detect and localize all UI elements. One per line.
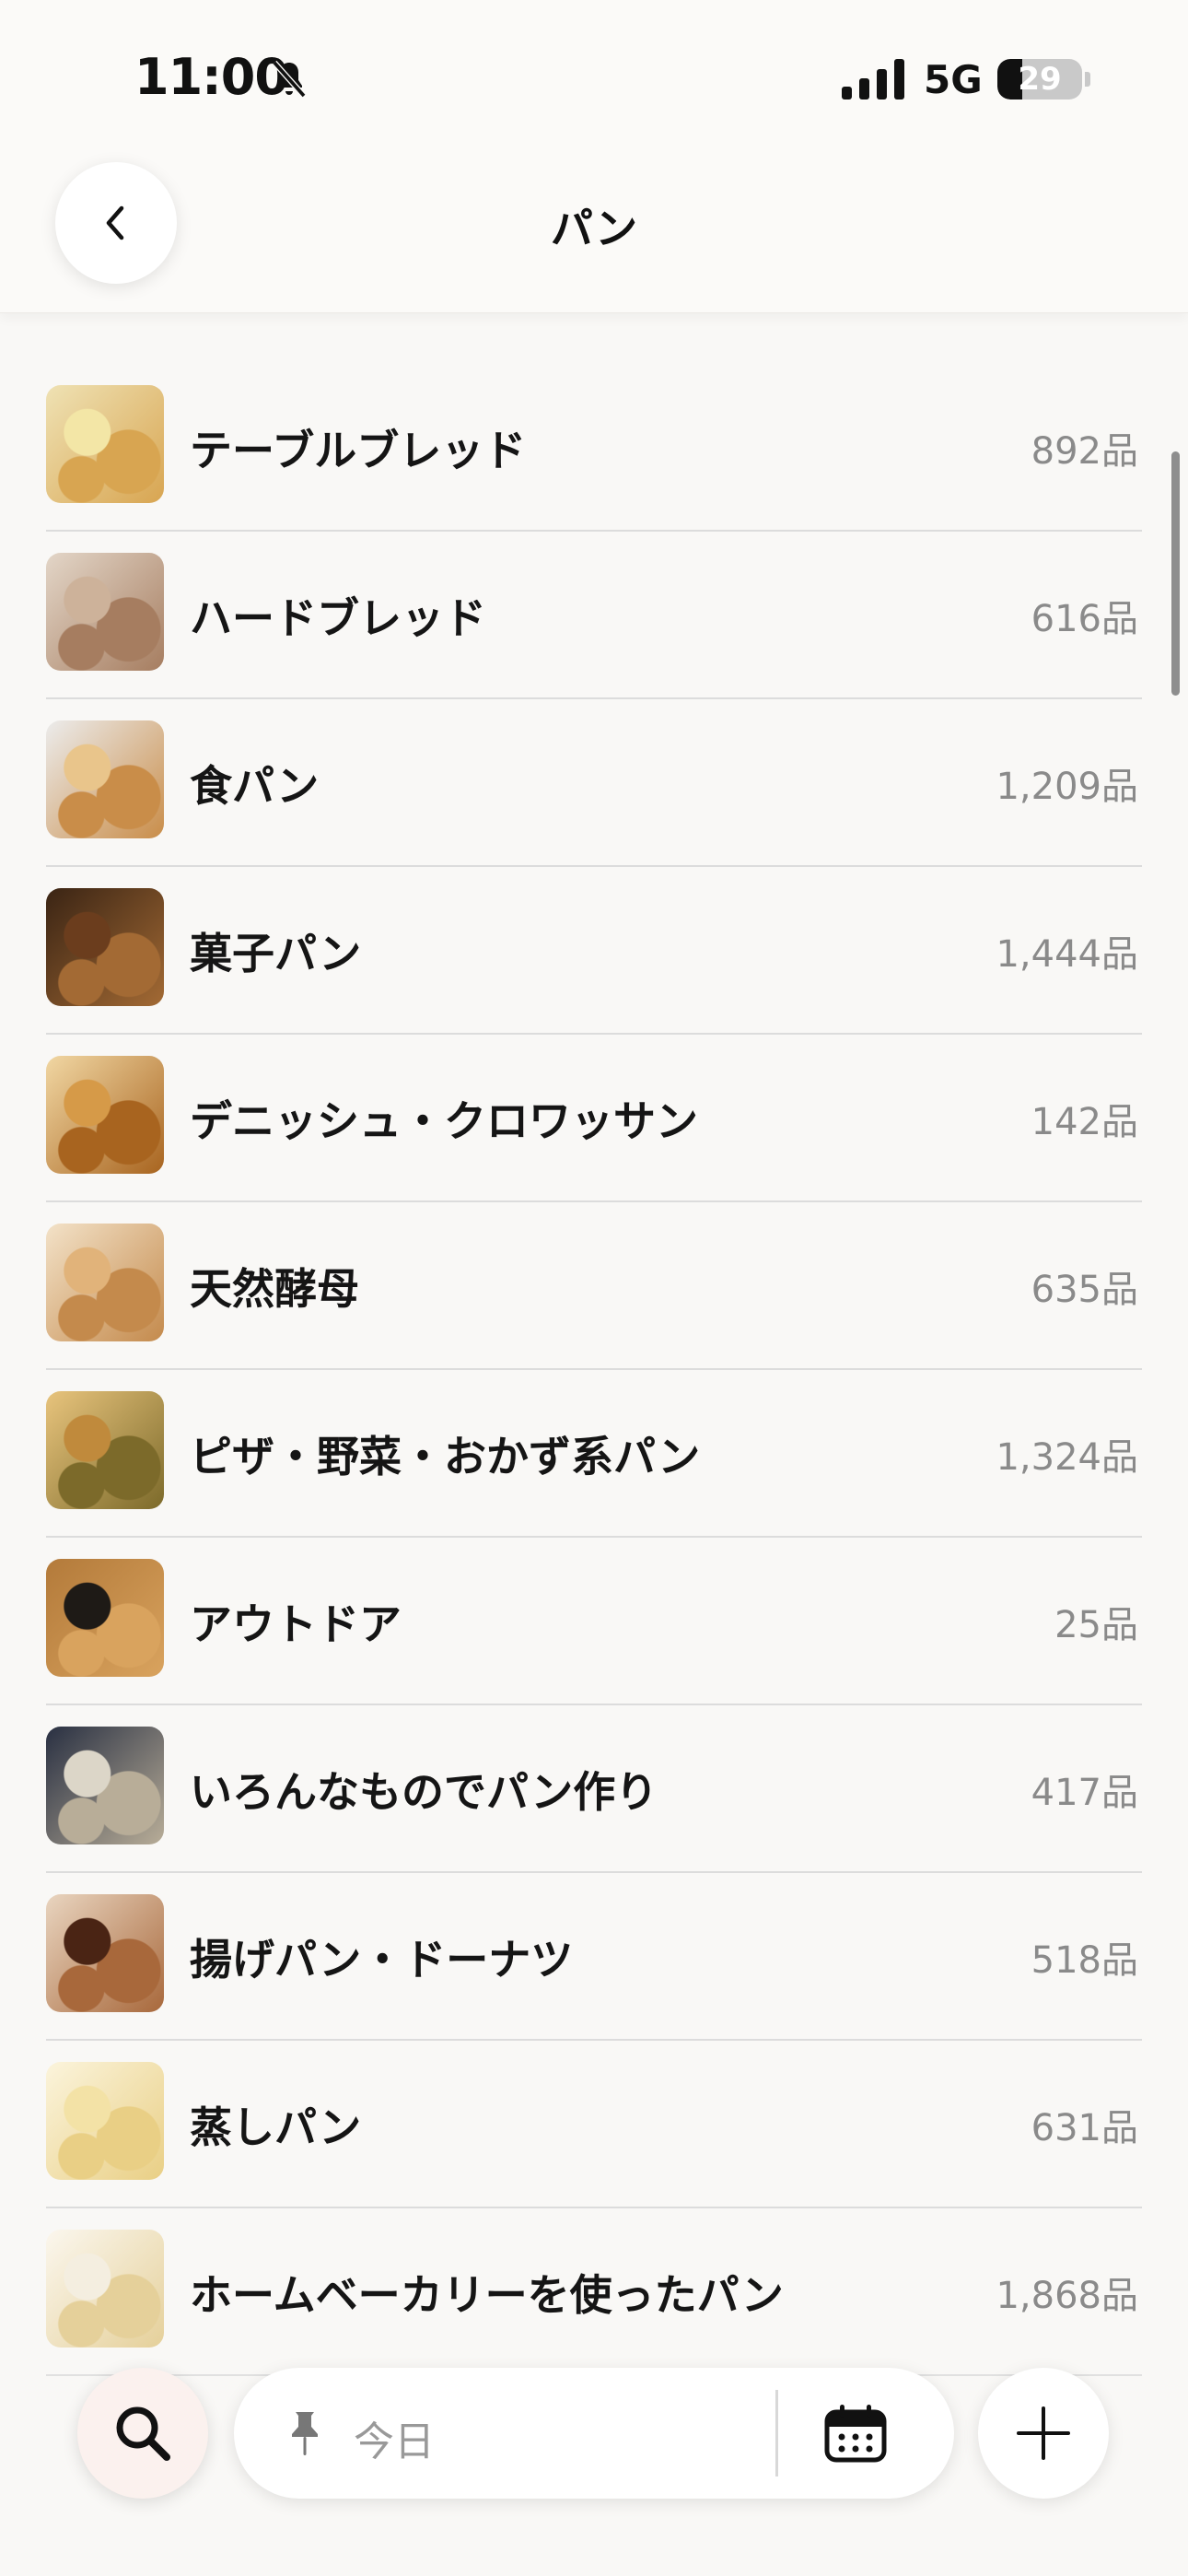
network-label: 5G xyxy=(924,57,983,102)
category-thumbnail xyxy=(46,888,164,1006)
battery-icon: 29 xyxy=(997,59,1082,100)
category-thumbnail xyxy=(46,1727,164,1844)
category-thumbnail xyxy=(46,1056,164,1174)
status-time: 11:00 xyxy=(134,48,289,106)
scrollbar[interactable] xyxy=(1171,451,1180,696)
category-label: ピザ・野菜・おかず系パン xyxy=(190,1432,701,1481)
category-row[interactable]: デニッシュ・クロワッサン 142品 xyxy=(46,1035,1142,1202)
search-button[interactable] xyxy=(77,2368,208,2499)
pin-icon xyxy=(292,2412,318,2455)
bell-slash-icon xyxy=(272,60,307,99)
recipe-count: 1,868品 xyxy=(996,2275,1138,2317)
battery-cap xyxy=(1085,72,1090,87)
category-label: アウトドア xyxy=(190,1599,402,1649)
category-label: 蒸しパン xyxy=(190,2102,362,2152)
category-label: いろんなものでパン作り xyxy=(190,1767,658,1817)
category-row[interactable]: ハードブレッド 616品 xyxy=(46,532,1142,699)
category-thumbnail xyxy=(46,2062,164,2180)
recipe-count: 142品 xyxy=(1031,1101,1138,1143)
recipe-count: 635品 xyxy=(1031,1269,1138,1311)
recipe-count: 417品 xyxy=(1031,1772,1138,1814)
category-thumbnail xyxy=(46,1224,164,1341)
category-thumbnail xyxy=(46,720,164,838)
recipe-count: 892品 xyxy=(1031,430,1138,473)
recipe-count: 518品 xyxy=(1031,1939,1138,1982)
category-label: デニッシュ・クロワッサン xyxy=(190,1096,698,1146)
page-title: パン xyxy=(550,204,638,253)
category-label: 揚げパン・ドーナツ xyxy=(190,1935,574,1985)
category-row[interactable]: 菓子パン 1,444品 xyxy=(46,867,1142,1035)
pill-divider xyxy=(775,2390,778,2476)
recipe-count: 1,324品 xyxy=(996,1436,1138,1479)
category-label: 菓子パン xyxy=(190,929,362,978)
category-thumbnail xyxy=(46,2230,164,2348)
category-row[interactable]: 天然酵母 635品 xyxy=(46,1202,1142,1370)
calendar-icon[interactable] xyxy=(823,2403,888,2464)
category-thumbnail xyxy=(46,1559,164,1677)
recipe-count: 616品 xyxy=(1031,598,1138,640)
category-row[interactable]: アウトドア 25品 xyxy=(46,1538,1142,1705)
plus-icon xyxy=(1017,2406,1070,2460)
category-row[interactable]: いろんなものでパン作り 417品 xyxy=(46,1705,1142,1873)
category-row[interactable]: 蒸しパン 631品 xyxy=(46,2041,1142,2208)
add-button[interactable] xyxy=(978,2368,1109,2499)
category-label: 天然酵母 xyxy=(190,1264,359,1314)
category-thumbnail xyxy=(46,1391,164,1509)
category-row[interactable]: 揚げパン・ドーナツ 518品 xyxy=(46,1873,1142,2041)
recipe-count: 631品 xyxy=(1031,2107,1138,2149)
battery-percent: 29 xyxy=(1018,61,1062,98)
category-thumbnail xyxy=(46,553,164,671)
search-icon xyxy=(116,2406,170,2461)
category-row[interactable]: 食パン 1,209品 xyxy=(46,699,1142,867)
category-row[interactable]: ホームベーカリーを使ったパン 1,868品 xyxy=(46,2208,1142,2376)
recipe-count: 1,444品 xyxy=(996,933,1138,976)
date-label: 今日 xyxy=(354,2418,435,2465)
category-thumbnail xyxy=(46,1894,164,2012)
recipe-count: 1,209品 xyxy=(996,766,1138,808)
category-row[interactable]: ピザ・野菜・おかず系パン 1,324品 xyxy=(46,1370,1142,1538)
category-label: ホームベーカリーを使ったパン xyxy=(190,2270,784,2320)
signal-icon xyxy=(842,59,904,100)
category-label: ハードブレッド xyxy=(190,593,486,643)
status-bar: 11:00 5G 29 xyxy=(0,0,1188,157)
category-label: テーブルブレッド xyxy=(190,426,527,475)
date-selector[interactable]: 今日 xyxy=(234,2368,954,2499)
category-label: 食パン xyxy=(190,761,320,811)
category-row[interactable]: テーブルブレッド 892品 xyxy=(46,364,1142,532)
category-thumbnail xyxy=(46,385,164,503)
recipe-count: 25品 xyxy=(1054,1604,1138,1646)
